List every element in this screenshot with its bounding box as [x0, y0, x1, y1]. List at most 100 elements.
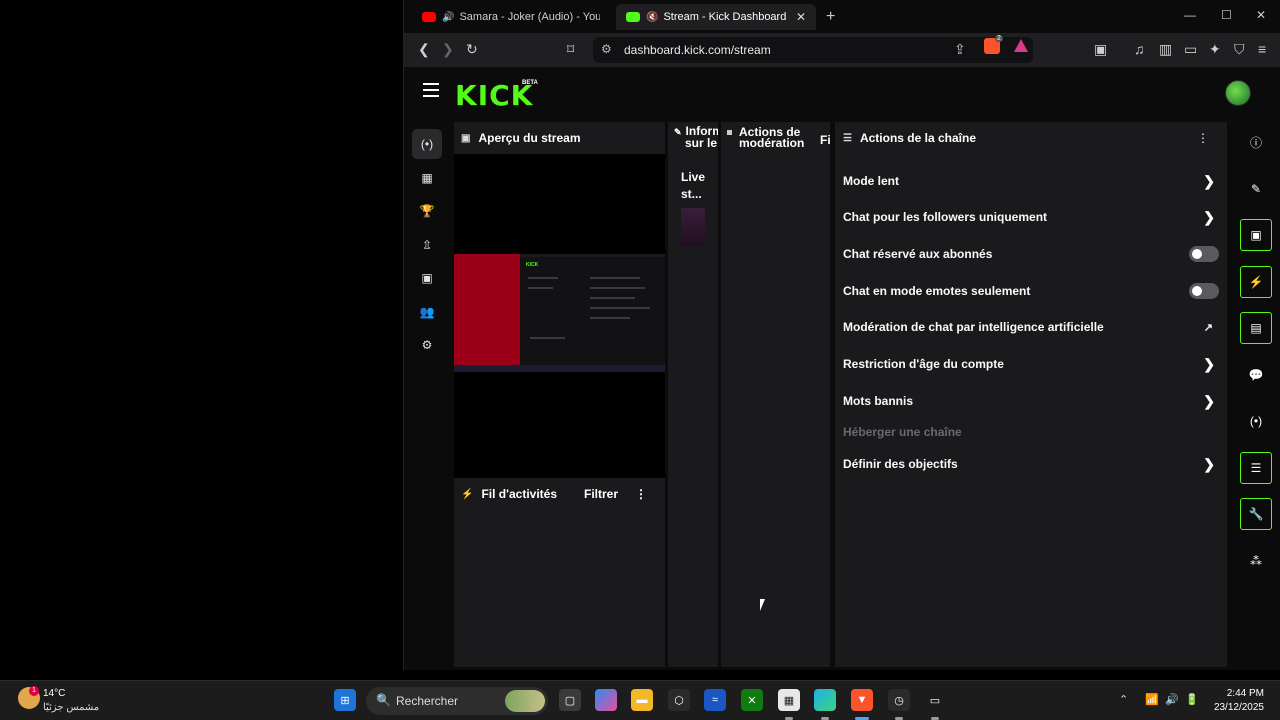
clock[interactable]: 2:44 PM 23/12/2025 [1214, 687, 1264, 715]
brave-icon[interactable]: ▼ [851, 689, 873, 711]
activity-header: ⚡ Fil d'activités Filtrer ⋮ [454, 478, 665, 510]
action-slow-mode[interactable]: Mode lent ❯ [843, 166, 1219, 196]
new-tab-button[interactable]: + [826, 8, 835, 26]
share-icon[interactable]: ⇪ [954, 41, 966, 58]
moderation-icon [727, 130, 732, 136]
browser-toolbar: ❮ ❯ ↻ ⌑ ⚙ dashboard.kick.com/stream ⇪ 2 … [404, 33, 1280, 67]
wallet-icon[interactable]: ▭ [1184, 41, 1197, 58]
stream-thumbnail: KICK [454, 254, 665, 372]
app-icon[interactable]: ⬡ [668, 689, 690, 711]
brave-rewards-icon[interactable] [1014, 39, 1028, 52]
settings-icon[interactable]: ⚙ [412, 330, 442, 360]
menu-icon[interactable]: ≡ [1258, 41, 1266, 57]
tab-kick-dashboard[interactable]: 🔇 Stream - Kick Dashboard ✕ [616, 4, 816, 30]
action-set-goals[interactable]: Définir des objectifs ❯ [843, 449, 1219, 479]
battery-icon[interactable]: 🔋 [1185, 693, 1199, 706]
chevron-up-icon[interactable]: ⌃ [1119, 693, 1128, 706]
capture-icon[interactable]: ▣ [412, 263, 442, 293]
hamburger-menu-icon[interactable] [423, 83, 439, 101]
preview-header: ▣ Aperçu du stream [454, 122, 665, 154]
tab-label: Stream - Kick Dashboard [663, 11, 787, 23]
mini-kick-logo: KICK [526, 262, 539, 268]
chevron-right-icon: ❯ [1203, 172, 1215, 189]
browser-window: 🔊 Samara - Joker (Audio) - YouTube 🔇 Str… [403, 0, 1280, 670]
media-icon[interactable]: ♫ [1134, 41, 1145, 57]
chevron-right-icon: ❯ [1203, 355, 1215, 372]
moderation-filter[interactable]: Fil [820, 133, 830, 147]
vscode-like-icon[interactable]: ≈ [704, 689, 726, 711]
action-ai-moderation[interactable]: Modération de chat par intelligence arti… [843, 312, 1219, 342]
screenshot-icon[interactable]: ▣ [1094, 41, 1107, 58]
taskbar-search[interactable]: 🔍 Rechercher [366, 687, 548, 715]
bookmark-icon[interactable]: ⌑ [567, 41, 574, 58]
close-window-icon[interactable]: ✕ [1256, 8, 1266, 22]
analytics-icon[interactable]: ▦ [412, 163, 442, 193]
category-cover[interactable] [681, 208, 705, 246]
more-options-icon[interactable]: ⋮ [635, 487, 647, 501]
stream-preview-panel: ▣ Aperçu du stream KICK ⚡ Fil d'activité… [454, 122, 665, 667]
reload-icon[interactable]: ↻ [466, 41, 478, 58]
task-view-icon[interactable]: ▢ [559, 689, 581, 711]
clock-app-icon[interactable]: ◷ [888, 689, 910, 711]
broadcast-icon[interactable]: (•) [1240, 405, 1272, 437]
vpn-icon[interactable]: ⛉ [1234, 41, 1245, 58]
chevron-right-icon: ❯ [1203, 392, 1215, 409]
youtube-icon [422, 12, 436, 22]
user-avatar[interactable] [1225, 80, 1251, 106]
beta-badge: BETA [522, 80, 538, 86]
more-options-icon[interactable]: ⋮ [1197, 131, 1209, 145]
site-settings-icon[interactable]: ⚙ [601, 42, 612, 56]
chevron-right-icon: ❯ [1203, 208, 1215, 225]
trophy-icon[interactable]: 🏆 [412, 196, 442, 226]
live-stream-label: Live st... [681, 170, 706, 201]
minimize-icon[interactable]: — [1184, 8, 1196, 22]
sidebar-icon[interactable]: ▥ [1159, 41, 1172, 58]
stream-icon[interactable]: (•) [412, 129, 442, 159]
leo-ai-icon[interactable]: ✦ [1209, 41, 1221, 58]
channel-actions-icon: ☰ [843, 132, 852, 144]
action-subscribers-only: Chat réservé aux abonnés [843, 239, 1219, 269]
file-explorer-icon[interactable]: ▬ [631, 689, 653, 711]
chat-icon[interactable]: 💬 [1240, 359, 1272, 391]
stream-video[interactable]: KICK [454, 154, 665, 478]
filter-button[interactable]: Filtrer [584, 487, 618, 501]
xbox-icon[interactable]: ✕ [741, 689, 763, 711]
forward-icon[interactable]: ❯ [442, 41, 454, 58]
info-icon[interactable]: ⓘ [1240, 126, 1272, 158]
upload-icon[interactable]: ⇫ [412, 230, 442, 260]
back-icon[interactable]: ❮ [418, 41, 430, 58]
edit-icon: ✎ [674, 127, 682, 137]
mute-icon: 🔇 [646, 11, 659, 23]
kick-icon [626, 12, 640, 22]
subscribers-only-toggle[interactable] [1189, 246, 1219, 262]
search-icon: 🔍 [376, 693, 391, 707]
notes-icon[interactable]: ▤ [1240, 312, 1272, 344]
tab-youtube[interactable]: 🔊 Samara - Joker (Audio) - YouTube [412, 4, 610, 30]
action-followers-only[interactable]: Chat pour les followers uniquement ❯ [843, 202, 1219, 232]
store-icon[interactable]: ▦ [778, 689, 800, 711]
external-link-icon: ↗ [1203, 321, 1213, 334]
add-widget-icon[interactable]: ⁂ [1240, 545, 1272, 577]
mouse-cursor [760, 599, 765, 611]
address-bar[interactable]: ⚙ dashboard.kick.com/stream [593, 37, 1033, 63]
right-toolbar: ⓘ ✎ ▣ ⚡ ▤ 💬 (•) ☰ 🔧 ⁂ [1230, 122, 1280, 667]
users-icon[interactable]: 👥 [412, 297, 442, 327]
maximize-icon[interactable]: ☐ [1221, 8, 1232, 22]
action-banned-words[interactable]: Mots bannis ❯ [843, 386, 1219, 416]
activity-toggle-icon[interactable]: ⚡ [1240, 266, 1272, 298]
preview-toggle-icon[interactable]: ▣ [1240, 219, 1272, 251]
pencil-icon[interactable]: ✎ [1240, 173, 1272, 205]
emotes-only-toggle[interactable] [1189, 283, 1219, 299]
actions-title: Actions de la chaîne [859, 131, 977, 145]
edge-icon[interactable] [814, 689, 836, 711]
media-app-icon[interactable]: ▭ [924, 689, 946, 711]
chevron-right-icon: ❯ [1203, 455, 1215, 472]
action-age-restriction[interactable]: Restriction d'âge du compte ❯ [843, 349, 1219, 379]
close-tab-icon[interactable]: ✕ [796, 10, 806, 24]
channel-actions-toggle-icon[interactable]: ☰ [1240, 452, 1272, 484]
copilot-icon[interactable] [595, 689, 617, 711]
wifi-icon[interactable]: 📶 [1145, 693, 1159, 706]
wrench-icon[interactable]: 🔧 [1240, 498, 1272, 530]
volume-icon[interactable]: 🔊 [1165, 693, 1179, 706]
start-icon[interactable]: ⊞ [334, 689, 356, 711]
